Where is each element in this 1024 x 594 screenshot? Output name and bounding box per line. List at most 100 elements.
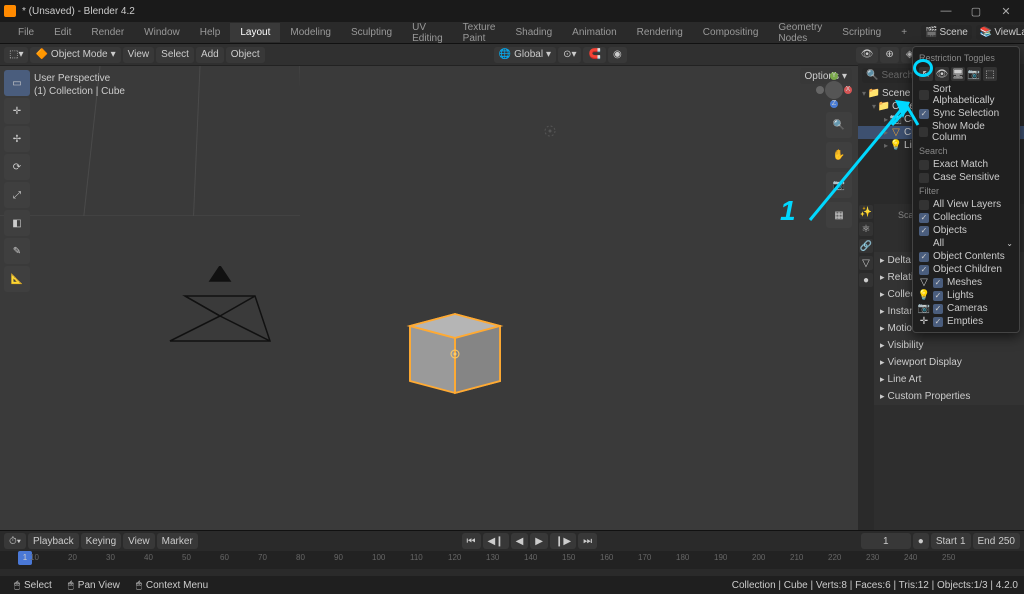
tab-rendering[interactable]: Rendering bbox=[627, 23, 693, 42]
tab-constraint-icon[interactable]: 🔗 bbox=[859, 239, 873, 253]
autokey-toggle[interactable]: ● bbox=[913, 533, 929, 549]
orbit-gizmo[interactable]: Y X Z bbox=[816, 72, 852, 108]
viewlayer-selector[interactable]: 📚 ViewLayer bbox=[976, 25, 1024, 40]
menu-select[interactable]: Select bbox=[156, 47, 194, 63]
sort-alpha-row[interactable]: Sort Alphabetically bbox=[917, 83, 1015, 107]
menu-view[interactable]: View bbox=[123, 47, 155, 63]
select-box-tool[interactable]: ▭ bbox=[4, 70, 30, 96]
rotate-tool[interactable]: ⟳ bbox=[4, 154, 30, 180]
section-visibility[interactable]: ▸ Visibility bbox=[874, 337, 1024, 354]
play-reverse-button[interactable]: ◀ bbox=[511, 533, 529, 549]
keyframe-prev-button[interactable]: ◀❙ bbox=[483, 533, 509, 549]
end-frame-field[interactable]: End 250 bbox=[973, 533, 1020, 549]
exact-match-row[interactable]: Exact Match bbox=[917, 158, 1015, 171]
tab-sculpting[interactable]: Sculpting bbox=[341, 23, 402, 42]
jump-start-button[interactable]: ⏮ bbox=[462, 533, 481, 549]
section-display[interactable]: ▸ Viewport Display bbox=[874, 354, 1024, 371]
persp-gizmo[interactable]: ▦ bbox=[826, 202, 852, 228]
pan-gizmo[interactable]: ✋ bbox=[826, 142, 852, 168]
status-context: 🖱 Context Menu bbox=[128, 580, 216, 591]
tab-texture[interactable]: Texture Paint bbox=[453, 18, 506, 48]
3d-viewport[interactable]: Options ▾ bbox=[0, 66, 858, 530]
play-button[interactable]: ▶ bbox=[530, 533, 548, 549]
tab-modeling[interactable]: Modeling bbox=[280, 23, 341, 42]
gizmo-toggle[interactable]: ⊕ bbox=[880, 47, 898, 63]
snap-toggle[interactable]: 🧲 bbox=[583, 47, 605, 63]
close-button[interactable]: ✕ bbox=[992, 2, 1020, 20]
menu-edit[interactable]: Edit bbox=[44, 23, 81, 42]
mode-selector[interactable]: 🔶 Object Mode ▾ bbox=[30, 47, 120, 63]
tick-20: 20 bbox=[68, 553, 77, 562]
tab-uv[interactable]: UV Editing bbox=[402, 18, 453, 48]
zoom-gizmo[interactable]: 🔍 bbox=[826, 112, 852, 138]
start-frame-field[interactable]: Start 1 bbox=[931, 533, 971, 549]
tab-scripting[interactable]: Scripting bbox=[832, 23, 891, 42]
menu-window[interactable]: Window bbox=[134, 23, 190, 42]
timeline-ruler[interactable]: 1 10203040506070809010011012013014015016… bbox=[0, 551, 1024, 569]
all-layers-row[interactable]: All View Layers bbox=[917, 198, 1015, 211]
menu-file[interactable]: File bbox=[8, 23, 44, 42]
menu-add[interactable]: Add bbox=[196, 47, 224, 63]
all-row[interactable]: All⌄ bbox=[917, 237, 1015, 250]
annotate-tool[interactable]: ✎ bbox=[4, 238, 30, 264]
cursor-tool[interactable]: ✛ bbox=[4, 98, 30, 124]
toggle-render-icon[interactable]: 📷 bbox=[967, 67, 981, 81]
cube-object[interactable] bbox=[400, 296, 510, 406]
tick-100: 100 bbox=[372, 553, 385, 562]
timeline-editor-type[interactable]: ⏱▾ bbox=[4, 533, 26, 549]
measure-tool[interactable]: 📐 bbox=[4, 266, 30, 292]
lights-row[interactable]: 💡✓Lights bbox=[917, 289, 1015, 302]
scene-selector[interactable]: 🎬 Scene bbox=[921, 25, 972, 40]
toggle-hide-icon[interactable]: 👁 bbox=[935, 67, 949, 81]
tab-layout[interactable]: Layout bbox=[230, 23, 280, 42]
tab-animation[interactable]: Animation bbox=[562, 23, 626, 42]
empties-row[interactable]: ✛✓Empties bbox=[917, 315, 1015, 328]
obj-children-row[interactable]: ✓Object Children bbox=[917, 263, 1015, 276]
sync-selection-row[interactable]: ✓Sync Selection bbox=[917, 107, 1015, 120]
tab-physics-icon[interactable]: ⚛ bbox=[859, 222, 873, 236]
add-workspace-button[interactable]: + bbox=[891, 23, 917, 42]
meshes-row[interactable]: ▽✓Meshes bbox=[917, 276, 1015, 289]
tab-material-icon[interactable]: ● bbox=[859, 273, 873, 287]
show-mode-row[interactable]: Show Mode Column bbox=[917, 120, 1015, 144]
light-object[interactable] bbox=[540, 121, 560, 141]
transform-tool[interactable]: ◧ bbox=[4, 210, 30, 236]
cameras-row[interactable]: 📷✓Cameras bbox=[917, 302, 1015, 315]
maximize-button[interactable]: ▢ bbox=[962, 2, 990, 20]
tab-geonodes[interactable]: Geometry Nodes bbox=[768, 18, 832, 48]
tick-230: 230 bbox=[866, 553, 879, 562]
toggle-selectable-icon[interactable]: ↖ bbox=[919, 67, 933, 81]
menu-help[interactable]: Help bbox=[190, 23, 231, 42]
toggle-viewport-icon[interactable]: 🖥 bbox=[951, 67, 965, 81]
menu-object[interactable]: Object bbox=[226, 47, 265, 63]
editor-type-selector[interactable]: ⬚▾ bbox=[4, 47, 28, 63]
pivot-selector[interactable]: ⊙▾ bbox=[558, 47, 581, 63]
proportional-toggle[interactable]: ◉ bbox=[608, 47, 627, 63]
current-frame-field[interactable]: 1 bbox=[861, 533, 911, 549]
scale-tool[interactable]: ⤢ bbox=[4, 182, 30, 208]
objects-row[interactable]: ✓Objects bbox=[917, 224, 1015, 237]
tab-particles-icon[interactable]: ✨ bbox=[859, 205, 873, 219]
orientation-selector[interactable]: 🌐 Global ▾ bbox=[494, 47, 556, 63]
section-lineart[interactable]: ▸ Line Art bbox=[874, 371, 1024, 388]
tab-shading[interactable]: Shading bbox=[505, 23, 562, 42]
section-custom[interactable]: ▸ Custom Properties bbox=[874, 388, 1024, 405]
timeline-keying[interactable]: Keying bbox=[81, 533, 122, 549]
keyframe-next-button[interactable]: ❙▶ bbox=[550, 533, 576, 549]
tab-compositing[interactable]: Compositing bbox=[693, 23, 769, 42]
menu-render[interactable]: Render bbox=[81, 23, 134, 42]
tab-data-icon[interactable]: ▽ bbox=[859, 256, 873, 270]
jump-end-button[interactable]: ⏭ bbox=[578, 533, 597, 549]
camera-object[interactable] bbox=[160, 266, 280, 356]
collections-row[interactable]: ✓Collections bbox=[917, 211, 1015, 224]
timeline-playback[interactable]: Playback bbox=[28, 533, 79, 549]
camera-gizmo[interactable]: 📷 bbox=[826, 172, 852, 198]
visibility-toggles[interactable]: 👁 bbox=[856, 47, 879, 63]
timeline-marker[interactable]: Marker bbox=[157, 533, 198, 549]
toggle-holdout-icon[interactable]: ⬚ bbox=[983, 67, 997, 81]
case-sensitive-row[interactable]: Case Sensitive bbox=[917, 171, 1015, 184]
move-tool[interactable]: ✢ bbox=[4, 126, 30, 152]
minimize-button[interactable]: — bbox=[932, 2, 960, 20]
obj-contents-row[interactable]: ✓Object Contents bbox=[917, 250, 1015, 263]
timeline-view[interactable]: View bbox=[123, 533, 155, 549]
